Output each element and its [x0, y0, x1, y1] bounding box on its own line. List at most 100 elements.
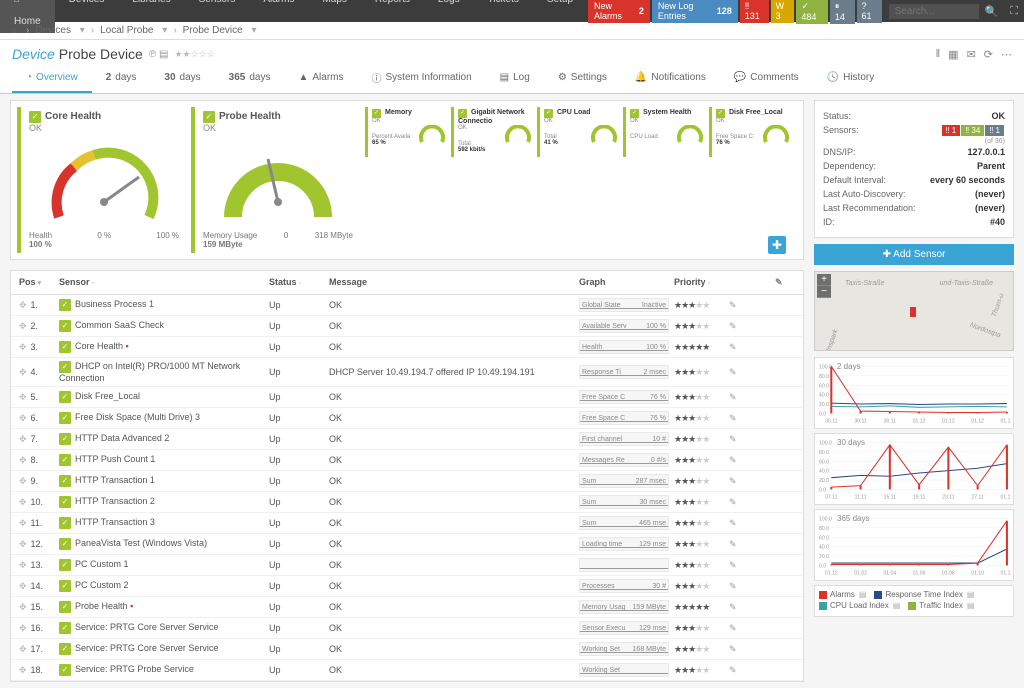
grid-icon[interactable]: ▦: [948, 48, 958, 61]
drag-handle[interactable]: ✥: [19, 623, 27, 633]
table-row[interactable]: ✥13.✓PC Custom 1UpOK★★★★★✎: [11, 555, 803, 576]
tab-settings[interactable]: ⚙Settings: [544, 64, 621, 93]
drag-handle[interactable]: ✥: [19, 497, 27, 507]
col-message[interactable]: Message: [329, 277, 367, 287]
search-icon[interactable]: 🔍: [979, 5, 1005, 18]
table-row[interactable]: ✥3.✓Core Health ▪UpOKHealth100 %★★★★★✎: [11, 337, 803, 358]
priority-stars[interactable]: ★★★★★: [674, 602, 709, 612]
status-badge[interactable]: ? 61: [857, 0, 882, 23]
home-icon[interactable]: ⌂: [11, 25, 17, 36]
table-row[interactable]: ✥5.✓Disk Free_LocalUpOKFree Space C76 %★…: [11, 387, 803, 408]
breadcrumb-item[interactable]: Probe Device: [183, 25, 243, 36]
priority-stars[interactable]: ★★★★★: [674, 300, 709, 310]
edit-icon[interactable]: ✎: [729, 367, 737, 377]
edit-icon[interactable]: ✎: [729, 602, 737, 612]
nav-reports[interactable]: Reports: [361, 0, 424, 33]
sensor-name[interactable]: PC Custom 2: [75, 580, 129, 590]
sensor-name[interactable]: Core Health: [75, 341, 123, 351]
map-zoom-out[interactable]: −: [817, 286, 831, 298]
tab-days[interactable]: 30 days: [150, 64, 214, 93]
drag-handle[interactable]: ✥: [19, 367, 27, 377]
edit-icon[interactable]: ✎: [729, 342, 737, 352]
table-row[interactable]: ✥16.✓Service: PRTG Core Server ServiceUp…: [11, 618, 803, 639]
gauge-core-health[interactable]: ✓Core HealthOKHealth100 %0 %100 %: [17, 107, 187, 253]
table-row[interactable]: ✥6.✓Free Disk Space (Multi Drive) 3UpOKF…: [11, 408, 803, 429]
nav-setup[interactable]: Setup: [533, 0, 587, 33]
priority-stars[interactable]: ★★★★★: [674, 367, 709, 377]
sensor-name[interactable]: Probe Health: [75, 601, 128, 611]
more-icon[interactable]: ⋯: [1001, 48, 1012, 61]
breadcrumb-item[interactable]: Local Probe: [100, 25, 153, 36]
sensor-name[interactable]: PC Custom 1: [75, 559, 129, 569]
alert-new-alarms[interactable]: New Alarms 2: [588, 0, 650, 23]
priority-stars[interactable]: ★★★★★: [674, 413, 709, 423]
breadcrumb-item[interactable]: Devices: [35, 25, 71, 36]
edit-icon[interactable]: ✎: [729, 392, 737, 402]
edit-icon[interactable]: ✎: [729, 455, 737, 465]
sensor-name[interactable]: Business Process 1: [75, 299, 154, 309]
fullscreen-icon[interactable]: ⛶: [1004, 5, 1024, 18]
table-row[interactable]: ✥18.✓Service: PRTG Probe ServiceUpOKWork…: [11, 660, 803, 681]
sensor-name[interactable]: Service: PRTG Core Server Service: [75, 622, 218, 632]
status-badge[interactable]: W 3: [771, 0, 795, 23]
chart-2-days[interactable]: 0.020.040.060.080.0100.030.1130.1130.110…: [814, 357, 1014, 429]
priority-stars[interactable]: ★★★★★: [674, 392, 709, 402]
table-row[interactable]: ✥10.✓HTTP Transaction 2UpOKSum30 msec★★★…: [11, 492, 803, 513]
table-row[interactable]: ✥1.✓Business Process 1UpOKGlobal StateIn…: [11, 295, 803, 316]
table-row[interactable]: ✥15.✓Probe Health ▪UpOKMemory Usag159 MB…: [11, 597, 803, 618]
status-badge[interactable]: ⏸ 14: [830, 0, 855, 24]
table-row[interactable]: ✥11.✓HTTP Transaction 3UpOKSum465 mse★★★…: [11, 513, 803, 534]
table-row[interactable]: ✥2.✓Common SaaS CheckUpOKAvailable Serv1…: [11, 316, 803, 337]
drag-handle[interactable]: ✥: [19, 476, 27, 486]
priority-stars[interactable]: ★★★★★: [674, 321, 709, 331]
drag-handle[interactable]: ✥: [19, 300, 27, 310]
priority-stars[interactable]: ★★★★★: [674, 560, 709, 570]
table-row[interactable]: ✥17.✓Service: PRTG Core Server ServiceUp…: [11, 639, 803, 660]
table-row[interactable]: ✥8.✓HTTP Push Count 1UpOKMessages Re0 #/…: [11, 450, 803, 471]
pause-icon[interactable]: ‖: [936, 48, 941, 61]
alert-new-log-entries[interactable]: New Log Entries 128: [652, 0, 738, 23]
priority-stars[interactable]: ★★★★★: [674, 497, 709, 507]
edit-icon[interactable]: ✎: [729, 497, 737, 507]
tab-history[interactable]: 🕓History: [813, 64, 889, 93]
drag-handle[interactable]: ✥: [19, 455, 27, 465]
edit-icon[interactable]: ✎: [729, 434, 737, 444]
priority-stars[interactable]: ★★★★★: [674, 665, 709, 675]
edit-icon[interactable]: ✎: [729, 518, 737, 528]
table-row[interactable]: ✥9.✓HTTP Transaction 1UpOKSum287 msec★★★…: [11, 471, 803, 492]
priority-stars[interactable]: ★★★★★: [674, 518, 709, 528]
chart-365-days[interactable]: 0.020.040.060.080.0100.001.1201.0201.040…: [814, 509, 1014, 581]
table-row[interactable]: ✥14.✓PC Custom 2UpOKProcesses30 #★★★★★✎: [11, 576, 803, 597]
sensor-name[interactable]: Service: PRTG Core Server Service: [75, 643, 218, 653]
priority-stars[interactable]: ★★★★★: [674, 455, 709, 465]
drag-handle[interactable]: ✥: [19, 602, 27, 612]
drag-handle[interactable]: ✥: [19, 321, 27, 331]
gauge-small[interactable]: ✓MemoryOKPercent Availa65 %: [365, 107, 447, 157]
chart-30-days[interactable]: 0.020.040.060.080.0100.007.1111.1115.111…: [814, 433, 1014, 505]
sensor-name[interactable]: Service: PRTG Probe Service: [75, 664, 194, 674]
priority-stars[interactable]: ★★★★★: [674, 539, 709, 549]
sensor-name[interactable]: HTTP Transaction 2: [75, 496, 155, 506]
drag-handle[interactable]: ✥: [19, 518, 27, 528]
edit-icon[interactable]: ✎: [729, 413, 737, 423]
status-badge[interactable]: ✓ 484: [796, 0, 828, 24]
gauge-small[interactable]: ✓System HealthOKCPU Load: [623, 107, 705, 157]
refresh-icon[interactable]: ⟳: [984, 48, 993, 61]
gauge-small[interactable]: ✓Gigabit Network ConnectioOKTotal592 kbi…: [451, 107, 533, 157]
search-input[interactable]: [889, 4, 979, 19]
priority-stars[interactable]: ★★★★★: [674, 644, 709, 654]
edit-icon[interactable]: ✎: [729, 581, 737, 591]
sensor-name[interactable]: HTTP Transaction 3: [75, 517, 155, 527]
table-row[interactable]: ✥12.✓PaneaVista Test (Windows Vista)UpOK…: [11, 534, 803, 555]
priority-stars[interactable]: ★★★★★: [674, 476, 709, 486]
edit-icon[interactable]: ✎: [729, 665, 737, 675]
edit-icon[interactable]: ✎: [729, 623, 737, 633]
mail-icon[interactable]: ✉: [967, 48, 976, 61]
edit-icon[interactable]: ✎: [729, 644, 737, 654]
drag-handle[interactable]: ✥: [19, 581, 27, 591]
table-row[interactable]: ✥7.✓HTTP Data Advanced 2UpOKFirst channe…: [11, 429, 803, 450]
col-sensor[interactable]: Sensor: [59, 277, 90, 287]
status-badge[interactable]: ‼ 131: [740, 0, 769, 23]
drag-handle[interactable]: ✥: [19, 644, 27, 654]
priority-stars[interactable]: ★★★★★: [674, 434, 709, 444]
